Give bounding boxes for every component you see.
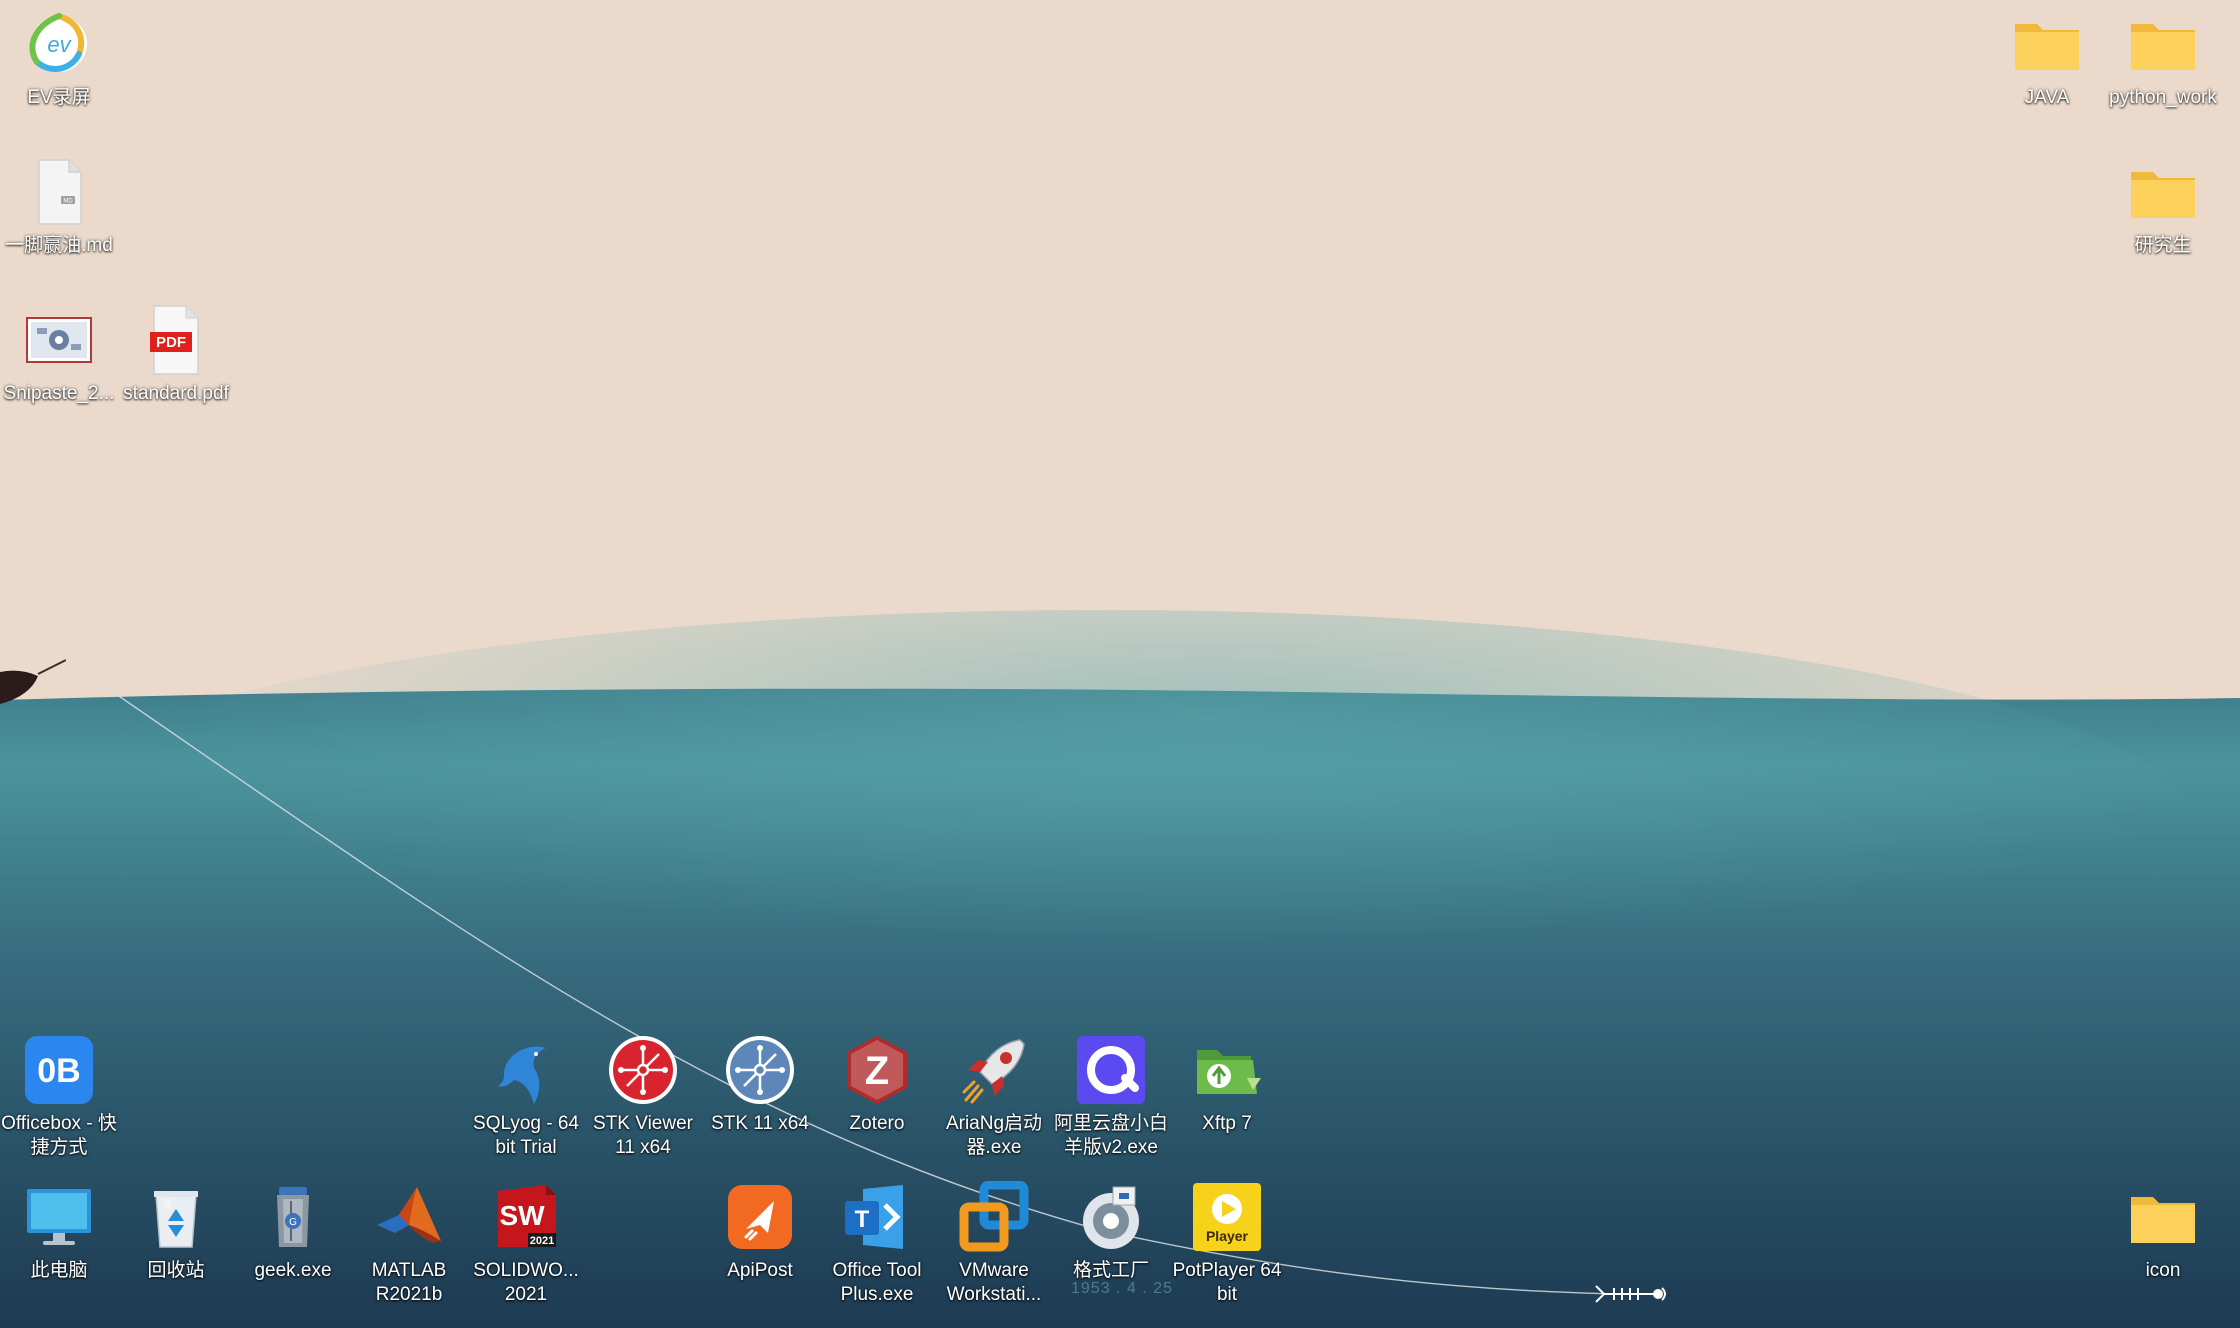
stk-icon: [724, 1034, 796, 1106]
snipaste-image-label: Snipaste_2...: [3, 383, 115, 404]
recycle-bin-icon: [140, 1181, 212, 1253]
solidworks-icon: SW 2021: [490, 1181, 562, 1253]
xftp-shortcut[interactable]: Xftp 7: [1168, 1034, 1286, 1136]
rocket-icon: [958, 1034, 1030, 1106]
folder-java[interactable]: JAVA: [1988, 8, 2106, 110]
zotero-icon: Z: [841, 1034, 913, 1106]
potplayer-shortcut[interactable]: Player PotPlayer 64 bit: [1168, 1181, 1286, 1307]
apipost-shortcut[interactable]: ApiPost: [701, 1181, 819, 1283]
geek-shortcut[interactable]: G geek.exe: [234, 1181, 352, 1283]
folder-python-work[interactable]: python_work: [2104, 8, 2222, 110]
sqlyog-label: SQLyog - 64 bit Trial: [473, 1113, 579, 1158]
matlab-icon: [373, 1181, 445, 1253]
solidworks-label: SOLIDWO... 2021: [473, 1260, 579, 1305]
geek-label: geek.exe: [254, 1260, 332, 1281]
stk-label: STK 11 x64: [711, 1113, 809, 1134]
folder-icon: [2127, 156, 2199, 228]
xftp-label: Xftp 7: [1202, 1113, 1252, 1134]
svg-text:SW: SW: [499, 1200, 545, 1231]
stk-viewer-shortcut[interactable]: STK Viewer 11 x64: [584, 1034, 702, 1160]
format-factory-icon: [1075, 1181, 1147, 1253]
pdf-icon: PDF: [140, 304, 212, 376]
office-tool-plus-shortcut[interactable]: T Office Tool Plus.exe: [818, 1181, 936, 1307]
image-thumbnail-icon: [23, 304, 95, 376]
svg-text:T: T: [855, 1206, 870, 1233]
folder-icon: [2011, 8, 2083, 80]
snipaste-image-shortcut[interactable]: Snipaste_2...: [0, 304, 118, 406]
solidworks-shortcut[interactable]: SW 2021 SOLIDWO... 2021: [467, 1181, 585, 1307]
svg-text:G: G: [289, 1217, 297, 1228]
svg-text:Player: Player: [1206, 1228, 1249, 1244]
dolphin-icon: [490, 1034, 562, 1106]
vmware-shortcut[interactable]: VMware Workstati...: [935, 1181, 1053, 1307]
zotero-shortcut[interactable]: Z Zotero: [818, 1034, 936, 1136]
svg-text:PDF: PDF: [156, 334, 186, 351]
officebox-shortcut[interactable]: 0B Officebox - 快捷方式: [0, 1034, 118, 1160]
folder-python-work-label: python_work: [2109, 87, 2217, 108]
folder-graduate-label: 研究生: [2134, 235, 2192, 256]
stk-viewer-icon: [607, 1034, 679, 1106]
stk-viewer-label: STK Viewer 11 x64: [593, 1113, 693, 1158]
this-pc-label: 此电脑: [30, 1260, 88, 1281]
apipost-icon: [724, 1181, 796, 1253]
markdown-file-shortcut[interactable]: MD 一脚赢油.md: [0, 156, 118, 258]
ev-recorder-label: EV录屏: [27, 87, 91, 108]
vmware-icon: [958, 1181, 1030, 1253]
stk-shortcut[interactable]: STK 11 x64: [701, 1034, 819, 1136]
format-factory-shortcut[interactable]: 格式工厂: [1052, 1181, 1170, 1283]
officebox-label: Officebox - 快捷方式: [1, 1113, 117, 1158]
svg-text:MD: MD: [63, 199, 73, 205]
ariang-shortcut[interactable]: AriaNg启动器.exe: [935, 1034, 1053, 1160]
xftp-icon: [1191, 1034, 1263, 1106]
ariang-label: AriaNg启动器.exe: [945, 1113, 1043, 1158]
wallpaper-date-caption: 1953 . 4 . 25: [1071, 1280, 1173, 1297]
zotero-label: Zotero: [849, 1113, 905, 1134]
markdown-file-icon: MD: [23, 156, 95, 228]
aliyun-drive-label: 阿里云盘小白羊版v2.exe: [1053, 1113, 1168, 1158]
office-tool-plus-label: Office Tool Plus.exe: [832, 1260, 922, 1305]
folder-icon: [2127, 1181, 2199, 1253]
geek-trash-icon: G: [257, 1181, 329, 1253]
pdf-file-shortcut[interactable]: PDF standard.pdf: [117, 304, 235, 406]
matlab-shortcut[interactable]: MATLAB R2021b: [350, 1181, 468, 1307]
officebox-icon: 0B: [23, 1034, 95, 1106]
apipost-label: ApiPost: [727, 1260, 793, 1281]
svg-text:2021: 2021: [530, 1235, 554, 1247]
svg-text:ev: ev: [47, 32, 72, 57]
markdown-file-label: 一脚赢油.md: [5, 235, 113, 256]
this-pc-shortcut[interactable]: 此电脑: [0, 1181, 118, 1283]
folder-graduate[interactable]: 研究生: [2104, 156, 2222, 258]
folder-icon-shortcut[interactable]: icon: [2104, 1181, 2222, 1283]
pdf-file-label: standard.pdf: [123, 383, 229, 404]
potplayer-label: PotPlayer 64 bit: [1172, 1260, 1282, 1305]
folder-icon-label: icon: [2145, 1260, 2181, 1281]
folder-icon: [2127, 8, 2199, 80]
monitor-icon: [23, 1181, 95, 1253]
svg-text:0B: 0B: [37, 1052, 80, 1090]
potplayer-icon: Player: [1191, 1181, 1263, 1253]
ev-recorder-shortcut[interactable]: ev EV录屏: [0, 8, 118, 110]
matlab-label: MATLAB R2021b: [371, 1260, 447, 1305]
recycle-bin-shortcut[interactable]: 回收站: [117, 1181, 235, 1283]
aliyun-drive-shortcut[interactable]: 阿里云盘小白羊版v2.exe: [1052, 1034, 1170, 1160]
folder-java-label: JAVA: [2024, 87, 2070, 108]
ev-recorder-icon: ev: [23, 8, 95, 80]
recycle-bin-label: 回收站: [147, 1260, 205, 1281]
sqlyog-shortcut[interactable]: SQLyog - 64 bit Trial: [467, 1034, 585, 1160]
office-tool-icon: T: [841, 1181, 913, 1253]
aliyun-drive-icon: [1075, 1034, 1147, 1106]
svg-text:Z: Z: [865, 1049, 889, 1093]
vmware-label: VMware Workstati...: [946, 1260, 1042, 1305]
